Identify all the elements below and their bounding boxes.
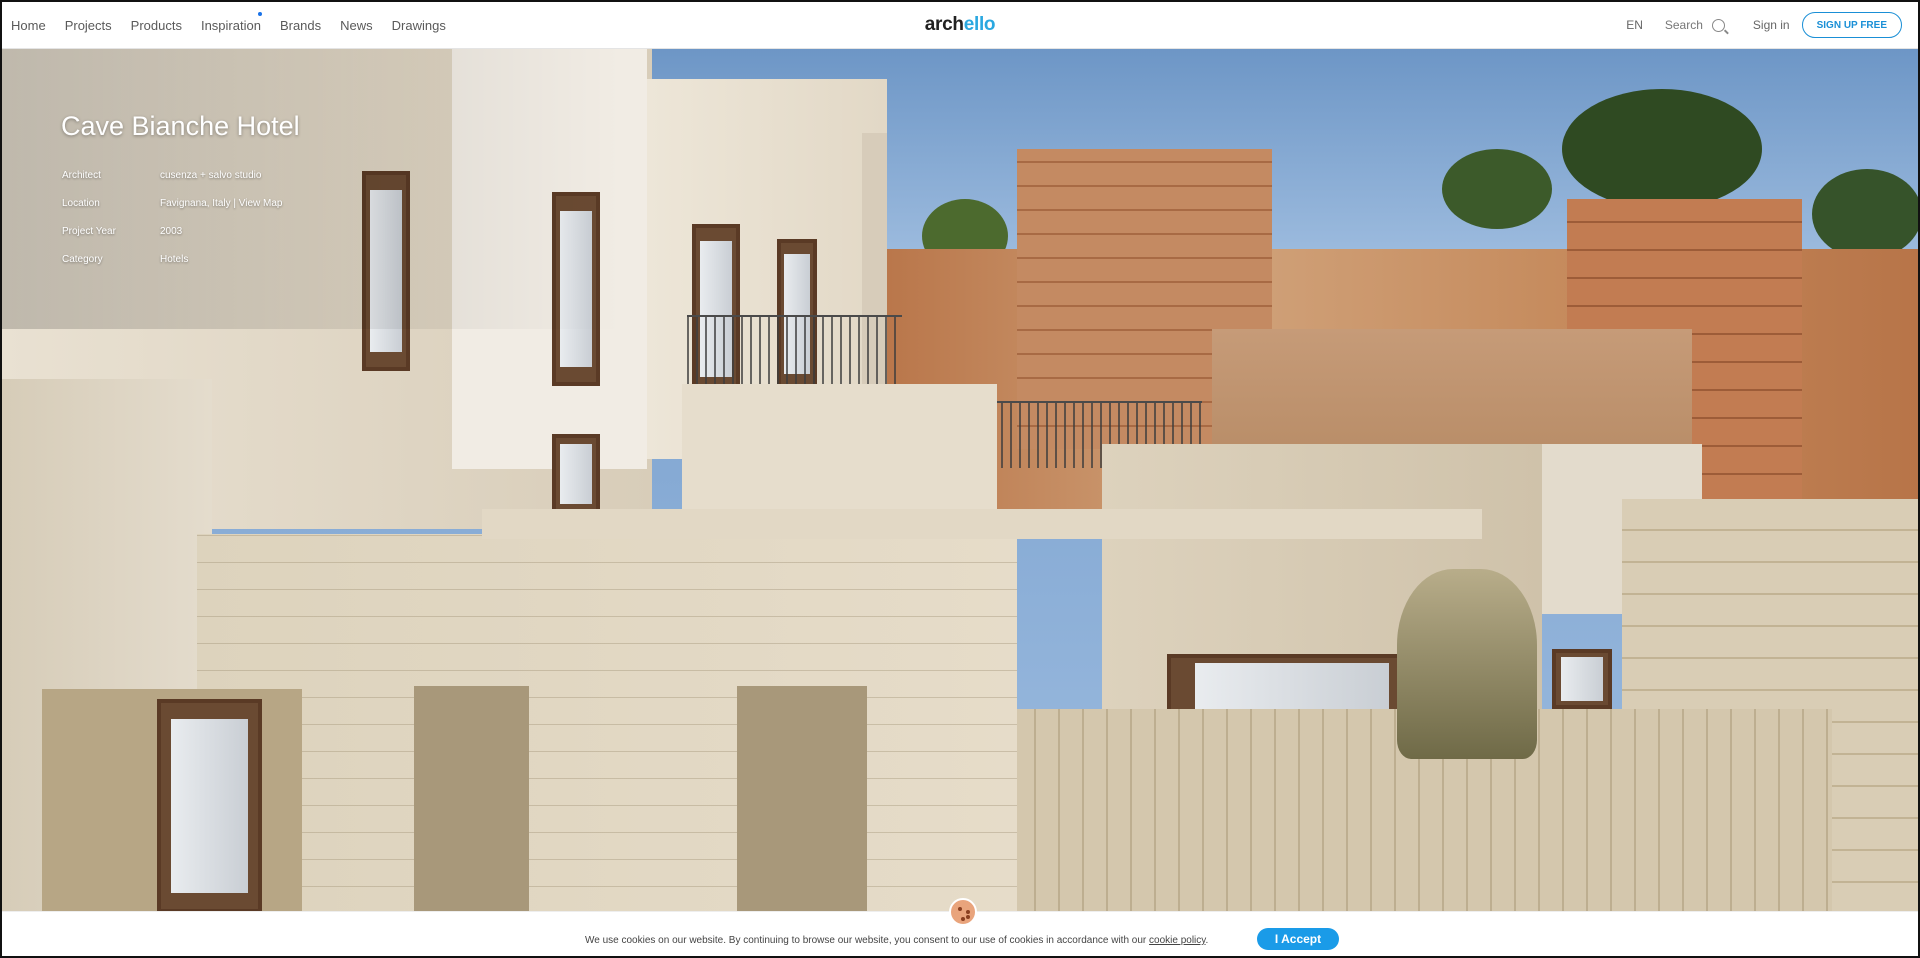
search-button[interactable]: Search <box>1665 18 1725 32</box>
detail-row-architect: Architect cusenza + salvo studio <box>62 161 283 189</box>
cookie-message-text: We use cookies on our website. By contin… <box>585 935 1147 946</box>
cookie-message-suffix: . <box>1205 935 1209 946</box>
cookie-policy-link[interactable]: cookie policy <box>1149 935 1206 946</box>
pine-tree <box>1562 89 1762 209</box>
year-link[interactable]: 2003 <box>160 226 182 237</box>
search-icon <box>1711 18 1725 32</box>
view-map-link[interactable]: View Map <box>239 198 283 209</box>
accept-cookies-button[interactable]: I Accept <box>1257 928 1339 950</box>
category-link[interactable]: Hotels <box>160 254 188 265</box>
logo-text-dark: arch <box>924 14 964 35</box>
browser-page: Home Projects Products Inspiration Brand… <box>0 0 1920 958</box>
nav-inspiration-link[interactable]: Inspiration <box>200 11 262 33</box>
top-navigation: Home Projects Products Inspiration Brand… <box>2 2 1918 49</box>
detail-row-location: Location Favignana, Italy | View Map <box>62 189 283 217</box>
detail-label: Location <box>62 197 100 209</box>
cookie-message: We use cookies on our website. By contin… <box>585 935 1208 946</box>
search-label: Search <box>1664 18 1703 32</box>
architect-link[interactable]: cusenza + salvo studio <box>160 170 261 181</box>
detail-row-year: Project Year 2003 <box>62 217 283 245</box>
main-menu: Home Projects Products Inspiration Brand… <box>11 2 465 48</box>
nav-projects-link[interactable]: Projects <box>65 18 112 33</box>
cookie-icon <box>949 898 977 926</box>
nav-drawings-link[interactable]: Drawings <box>392 18 446 33</box>
wall-coping <box>482 509 1482 539</box>
window <box>552 434 600 514</box>
cookie-consent-bar: We use cookies on our website. By contin… <box>2 898 1918 956</box>
nav-products-link[interactable]: Products <box>131 18 182 33</box>
nav-actions: EN Search Sign in SIGN UP FREE <box>1626 2 1902 48</box>
sign-up-button[interactable]: SIGN UP FREE <box>1801 12 1902 38</box>
tree <box>1812 169 1918 259</box>
detail-value: Favignana, Italy | View Map <box>160 197 283 209</box>
nav-brands-link[interactable]: Brands <box>280 18 321 33</box>
logo-text-accent: ello <box>963 14 996 35</box>
detail-label: Category <box>62 253 103 265</box>
nav-inspiration-label: Inspiration <box>200 17 261 33</box>
detail-row-category: Category Hotels <box>62 245 283 273</box>
wall-opening <box>737 686 867 913</box>
archello-logo[interactable]: archello <box>924 14 996 36</box>
wall-opening <box>414 686 529 913</box>
pampas-grass <box>1397 569 1537 759</box>
nav-home-link[interactable]: Home <box>11 18 46 33</box>
detail-label: Architect <box>62 169 101 181</box>
front-stone-wall-texture <box>197 534 1017 913</box>
terrace-wall <box>682 384 997 514</box>
notification-dot-icon <box>257 11 262 16</box>
tree <box>1442 149 1552 229</box>
project-details: Architect cusenza + salvo studio Locatio… <box>62 161 283 273</box>
project-hero-image: Cave Bianche Hotel Architect cusenza + s… <box>2 49 1918 913</box>
door <box>157 699 262 913</box>
location-link[interactable]: Favignana, Italy <box>160 198 231 209</box>
detail-label: Project Year <box>62 225 116 237</box>
window <box>1552 649 1612 709</box>
project-title: Cave Bianche Hotel <box>61 111 300 141</box>
nav-news-link[interactable]: News <box>340 18 373 33</box>
language-selector[interactable]: EN <box>1626 18 1643 32</box>
sign-in-link[interactable]: Sign in <box>1753 18 1790 32</box>
